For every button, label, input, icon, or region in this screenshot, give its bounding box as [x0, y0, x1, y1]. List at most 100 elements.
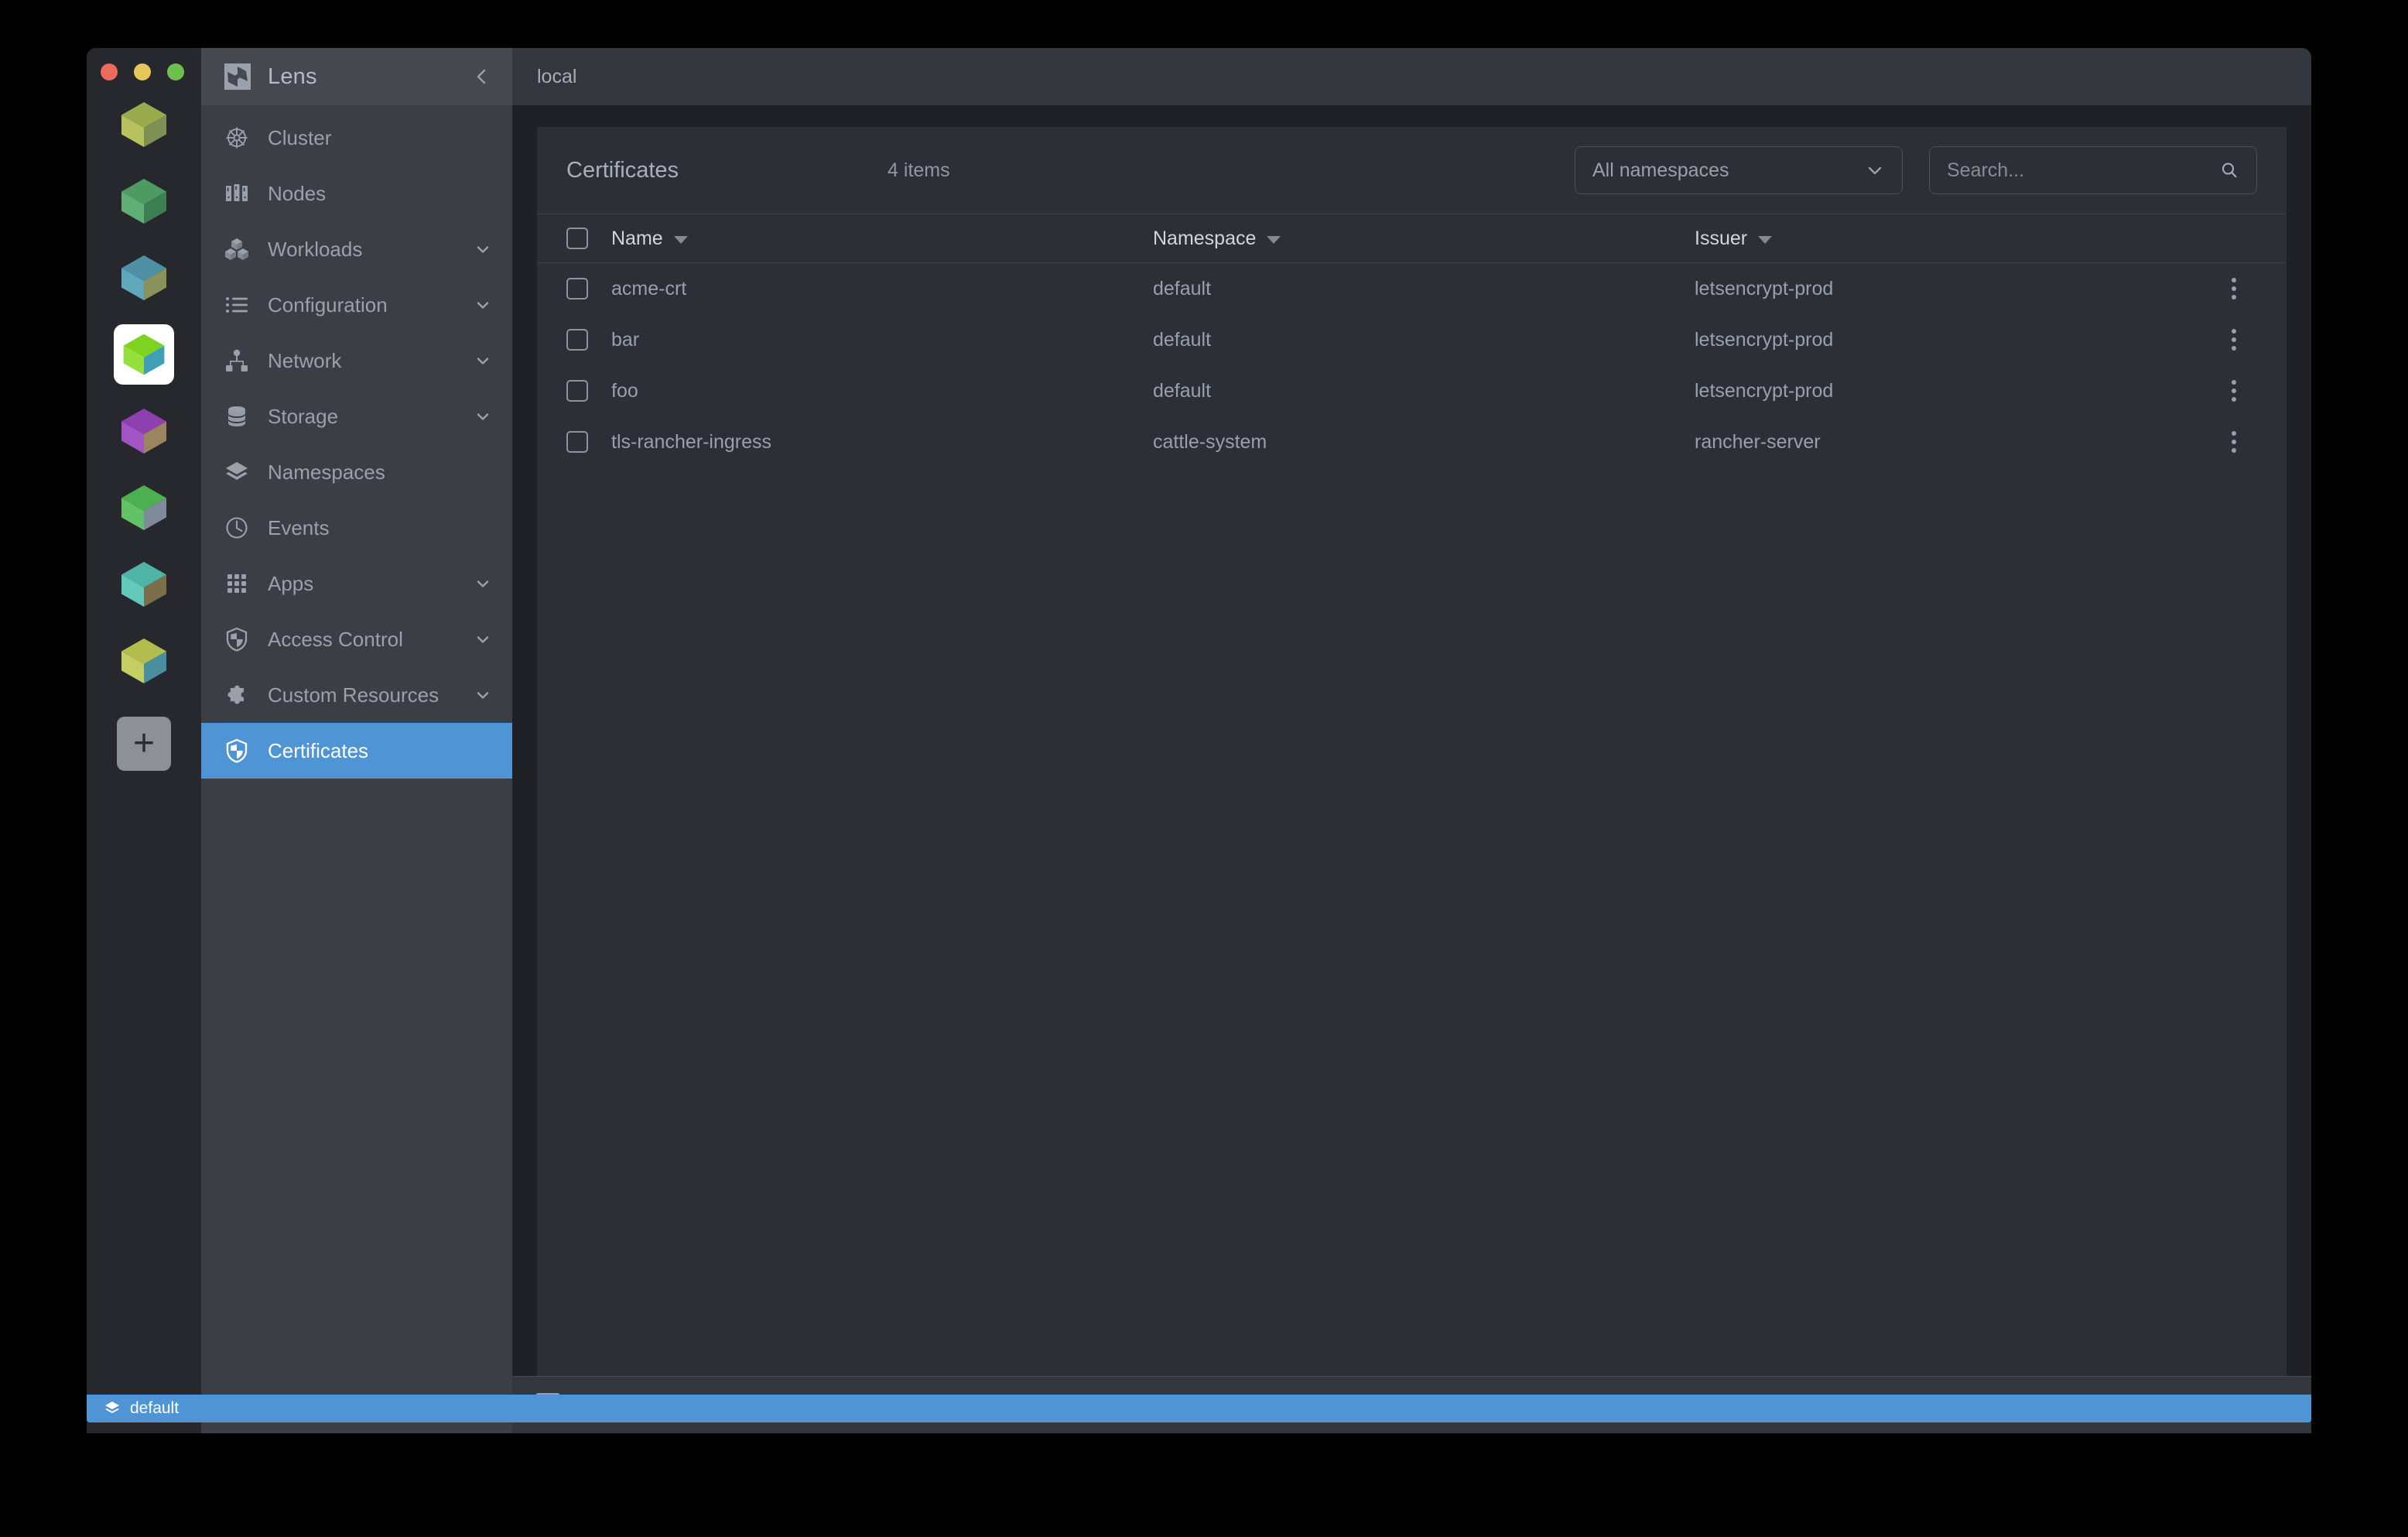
cluster-icon-8[interactable] — [114, 631, 174, 691]
cluster-icon-7[interactable] — [114, 554, 174, 614]
row-checkbox[interactable] — [566, 380, 611, 402]
sidebar-item-label: Certificates — [268, 739, 457, 763]
breadcrumb-cluster-label[interactable]: local — [537, 66, 576, 88]
breadcrumb: local — [512, 48, 2311, 105]
cluster-rail: + — [87, 48, 201, 1433]
sidebar-item-apps[interactable]: Apps — [201, 556, 512, 611]
lens-aperture-icon — [223, 62, 252, 91]
certificates-table: Name Namespace Issuer — [537, 214, 2287, 1376]
namespace-select[interactable]: All namespaces — [1575, 146, 1903, 194]
panel-header: Certificates 4 items All namespaces — [537, 127, 2287, 214]
helm-wheel-icon — [223, 124, 251, 152]
kebab-menu-icon — [2232, 380, 2236, 402]
sidebar-item-storage[interactable]: Storage — [201, 389, 512, 444]
cluster-icon-6[interactable] — [114, 478, 174, 538]
sidebar-item-certificates[interactable]: Certificates — [201, 723, 512, 779]
database-icon — [223, 402, 251, 430]
column-header-name[interactable]: Name — [611, 228, 1153, 250]
cell-name-text: acme-crt — [611, 278, 686, 300]
search-input[interactable] — [1947, 159, 2219, 182]
chevron-down-icon[interactable] — [474, 630, 492, 649]
chevron-down-icon[interactable] — [474, 407, 492, 426]
row-menu-button[interactable] — [2211, 431, 2257, 453]
row-checkbox[interactable] — [566, 329, 611, 351]
sidebar-item-events[interactable]: Events — [201, 500, 512, 556]
sidebar-collapse-button[interactable] — [472, 67, 492, 87]
sidebar-item-nodes[interactable]: Nodes — [201, 166, 512, 221]
cluster-icon-3[interactable] — [114, 248, 174, 308]
sidebar-header: Lens — [201, 48, 512, 105]
sidebar-menu: Cluster Nodes Workloads Configuration Networ… — [201, 105, 512, 1433]
layers-icon — [223, 458, 251, 486]
sidebar-item-workloads[interactable]: Workloads — [201, 221, 512, 277]
row-checkbox[interactable] — [566, 431, 611, 453]
sidebar-item-cluster[interactable]: Cluster — [201, 110, 512, 166]
chevron-down-icon[interactable] — [474, 351, 492, 370]
sidebar-item-label: Cluster — [268, 126, 457, 150]
sidebar-item-label: Network — [268, 349, 457, 373]
grid-dots-icon — [223, 570, 251, 597]
minimize-window-button[interactable] — [134, 63, 151, 80]
search-icon — [2219, 160, 2239, 180]
add-cluster-button[interactable]: + — [117, 717, 171, 771]
sidebar-item-network[interactable]: Network — [201, 333, 512, 389]
cluster-icon-2[interactable] — [114, 171, 174, 231]
cell-issuer: rancher-server — [1695, 431, 2211, 454]
cell-namespace-text: default — [1153, 278, 1211, 300]
cell-namespace-text: default — [1153, 380, 1211, 402]
sidebar-item-label: Configuration — [268, 293, 457, 317]
table-row[interactable]: acme-crtdefaultletsencrypt-prod — [537, 263, 2287, 314]
chevron-spacer — [474, 463, 492, 481]
cell-issuer-text: rancher-server — [1695, 431, 1821, 454]
sidebar-item-access-control[interactable]: Access Control — [201, 611, 512, 667]
chevron-down-icon[interactable] — [474, 296, 492, 314]
table-row[interactable]: tls-rancher-ingresscattle-systemrancher-… — [537, 416, 2287, 467]
chevron-down-icon[interactable] — [474, 240, 492, 258]
cell-namespace: cattle-system — [1153, 431, 1695, 454]
row-checkbox[interactable] — [566, 278, 611, 300]
sort-caret-icon — [1758, 236, 1772, 244]
chevron-down-icon[interactable] — [474, 574, 492, 593]
table-row[interactable]: bardefaultletsencrypt-prod — [537, 314, 2287, 365]
sidebar-item-label: Workloads — [268, 238, 457, 262]
sidebar-item-configuration[interactable]: Configuration — [201, 277, 512, 333]
cluster-icon-1[interactable] — [114, 94, 174, 155]
chevron-spacer — [474, 128, 492, 147]
cell-name: tls-rancher-ingress — [611, 431, 1153, 454]
app-window: + Lens — [87, 48, 2311, 1433]
network-node-icon — [223, 347, 251, 375]
window-body: + Lens — [87, 48, 2311, 1433]
maximize-window-button[interactable] — [167, 63, 184, 80]
layers-icon — [104, 1400, 121, 1417]
cell-name: acme-crt — [611, 278, 1153, 300]
cluster-icon-5[interactable] — [114, 401, 174, 461]
app-title: Lens — [268, 64, 457, 90]
kebab-menu-icon — [2232, 278, 2236, 300]
list-icon — [223, 291, 251, 319]
row-menu-button[interactable] — [2211, 329, 2257, 351]
column-header-namespace-label: Namespace — [1153, 228, 1256, 250]
column-header-namespace[interactable]: Namespace — [1153, 228, 1695, 250]
column-header-name-label: Name — [611, 228, 663, 250]
row-menu-button[interactable] — [2211, 278, 2257, 300]
sidebar-item-label: Storage — [268, 405, 457, 429]
sidebar-item-label: Nodes — [268, 182, 457, 206]
content-area: Certificates 4 items All namespaces — [512, 105, 2311, 1376]
cubes-icon — [223, 235, 251, 263]
row-menu-button[interactable] — [2211, 380, 2257, 402]
sidebar-item-custom-resources[interactable]: Custom Resources — [201, 667, 512, 723]
close-window-button[interactable] — [101, 63, 118, 80]
column-header-issuer[interactable]: Issuer — [1695, 228, 2211, 250]
chevron-spacer — [474, 519, 492, 537]
certificates-panel: Certificates 4 items All namespaces — [537, 127, 2287, 1376]
sort-caret-icon — [1267, 236, 1281, 244]
chevron-down-icon[interactable] — [474, 686, 492, 704]
table-row[interactable]: foo default letsencrypt-prod — [537, 365, 2287, 416]
kebab-menu-icon — [2232, 431, 2236, 453]
cell-name-text: foo — [611, 380, 638, 402]
cell-issuer-text: letsencrypt-prod — [1695, 380, 1833, 402]
search-box[interactable] — [1929, 146, 2257, 194]
sidebar-item-namespaces[interactable]: Namespaces — [201, 444, 512, 500]
cluster-icon-4[interactable] — [114, 324, 174, 385]
select-all-checkbox[interactable] — [566, 228, 611, 249]
